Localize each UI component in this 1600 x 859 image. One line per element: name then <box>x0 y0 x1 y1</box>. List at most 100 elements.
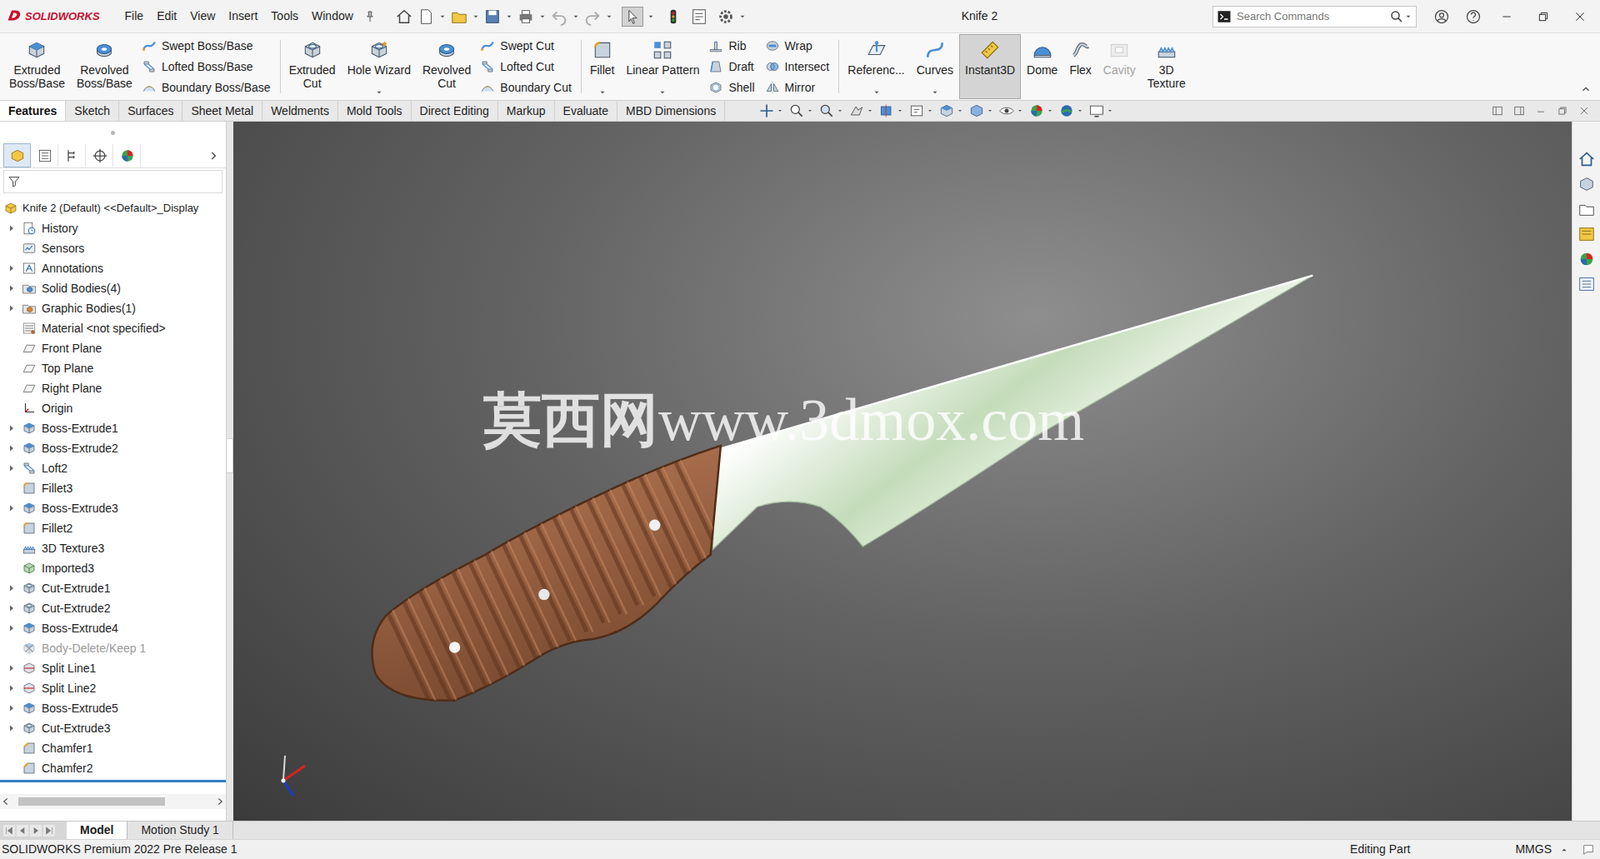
dropdown-caret[interactable] <box>374 88 385 97</box>
tree-item[interactable]: Solid Bodies(4) <box>0 278 226 299</box>
print-icon[interactable] <box>516 7 535 26</box>
expand-arrow[interactable] <box>6 443 17 454</box>
tree-item[interactable]: Top Plane <box>0 358 226 379</box>
menu-item[interactable]: Window <box>305 7 360 25</box>
rebuild-icon[interactable] <box>665 7 682 26</box>
close-icon[interactable] <box>1573 10 1587 24</box>
caret-icon[interactable] <box>471 12 480 21</box>
expand-arrow[interactable] <box>6 223 17 234</box>
filter-icon[interactable] <box>7 175 21 189</box>
custom-properties-icon[interactable] <box>1577 275 1596 294</box>
expand-arrow[interactable] <box>6 283 17 294</box>
command-tab[interactable]: Markup <box>498 100 555 121</box>
menu-item[interactable]: Edit <box>150 7 184 25</box>
ribbon-stack-item[interactable]: Boundary Cut <box>480 77 575 98</box>
expand-arrow[interactable] <box>6 603 17 614</box>
ribbon-button[interactable]: RevolvedBoss/Base <box>70 34 139 100</box>
file-explorer-icon[interactable] <box>1577 200 1596 219</box>
home-icon[interactable] <box>395 7 414 26</box>
hide-show-icon[interactable] <box>998 102 1015 120</box>
tree-item[interactable]: Cut-Extrude1 <box>0 578 226 599</box>
expand-arrow[interactable] <box>6 583 17 594</box>
ribbon-button[interactable]: Linear Pattern <box>620 34 705 100</box>
tree-item[interactable]: Front Plane <box>0 338 226 359</box>
caret-icon[interactable] <box>658 88 667 97</box>
zoom-fit-icon[interactable] <box>788 102 805 120</box>
appearances-icon[interactable] <box>1577 250 1596 269</box>
restore-icon[interactable] <box>1556 105 1569 117</box>
tile-right-icon[interactable] <box>1513 105 1525 117</box>
redo-icon[interactable] <box>583 7 602 26</box>
magnifier-icon[interactable] <box>1389 9 1405 25</box>
caret-icon[interactable] <box>930 88 940 97</box>
expand-arrow[interactable] <box>6 723 17 734</box>
search-box[interactable] <box>1212 5 1417 28</box>
section-view-icon[interactable] <box>878 102 895 120</box>
panel-tab[interactable] <box>58 143 86 168</box>
caret-icon[interactable] <box>375 88 384 97</box>
tree-item[interactable]: Graphic Bodies(1) <box>0 298 226 319</box>
collapse-icon[interactable] <box>1580 83 1592 95</box>
knife-model-icon[interactable] <box>233 121 1572 821</box>
menu-item[interactable]: Tools <box>264 7 305 25</box>
tree-item[interactable]: Origin <box>0 398 226 419</box>
ribbon-button[interactable]: Hole Wizard <box>341 34 417 100</box>
ribbon-stack-item[interactable]: Draft <box>708 56 758 77</box>
ribbon-stack-item[interactable]: Shell <box>708 77 758 98</box>
undo-icon[interactable] <box>550 7 569 26</box>
dropdown-caret[interactable] <box>930 88 940 97</box>
menu-item[interactable]: File <box>118 7 151 25</box>
scroll-right-icon[interactable] <box>214 795 226 808</box>
appearance-icon[interactable] <box>1028 102 1045 120</box>
panel-tab[interactable] <box>30 143 59 168</box>
expand-arrow[interactable] <box>6 263 17 274</box>
view-settings-icon[interactable] <box>1088 102 1105 120</box>
expand-arrow[interactable] <box>6 303 17 314</box>
view-palette-icon[interactable] <box>1577 225 1596 244</box>
caret-icon[interactable] <box>866 107 874 115</box>
select-tool[interactable] <box>621 6 644 27</box>
tree-item[interactable]: Boss-Extrude1 <box>0 418 226 439</box>
tree-item[interactable]: 3D Texture3 <box>0 538 226 559</box>
ribbon-button[interactable]: Curves <box>910 34 960 100</box>
tree-item[interactable]: Boss-Extrude5 <box>0 698 226 719</box>
ribbon-button[interactable]: Fillet <box>584 34 621 100</box>
scroll-left-icon[interactable] <box>0 795 12 808</box>
dynamic-annotation-icon[interactable] <box>908 102 925 120</box>
caret-icon[interactable] <box>1076 107 1084 115</box>
close-icon[interactable] <box>1578 105 1590 117</box>
caret-icon[interactable] <box>896 107 904 115</box>
tree-item[interactable]: Boss-Extrude3 <box>0 498 226 519</box>
command-tab[interactable]: Mold Tools <box>338 100 412 121</box>
command-tab[interactable]: Surfaces <box>119 100 183 121</box>
new-icon[interactable] <box>416 7 435 26</box>
previous-view-icon[interactable] <box>848 102 865 120</box>
status-tooltip-icon[interactable] <box>1581 843 1595 857</box>
tree-item[interactable]: Chamfer1 <box>0 738 226 759</box>
menu-item[interactable]: View <box>183 7 222 25</box>
ribbon-stack-item[interactable]: Lofted Cut <box>480 56 575 77</box>
ribbon-stack-item[interactable]: Swept Cut <box>480 35 575 56</box>
tree-item[interactable]: History <box>0 218 226 239</box>
tree-item[interactable]: Boss-Extrude2 <box>0 438 226 459</box>
expand-arrow[interactable] <box>6 423 17 434</box>
units-caret-icon[interactable] <box>1560 845 1569 855</box>
pointer-icon[interactable] <box>624 7 641 26</box>
panel-tab[interactable] <box>3 143 31 168</box>
tree-item[interactable]: Cut-Extrude2 <box>0 598 226 619</box>
chevron-right-icon[interactable] <box>207 150 220 162</box>
panel-tab[interactable] <box>85 143 114 168</box>
expand-arrow[interactable] <box>6 503 17 514</box>
tree-item[interactable]: Split Line2 <box>0 678 226 699</box>
tile-left-icon[interactable] <box>1491 105 1504 117</box>
expand-arrow[interactable] <box>6 623 17 634</box>
caret-icon[interactable] <box>538 12 547 21</box>
caret-icon[interactable] <box>598 88 607 97</box>
bottom-tab[interactable]: Model <box>66 821 128 840</box>
view-orientation-icon[interactable] <box>938 102 955 120</box>
tree-item[interactable]: Chamfer2 <box>0 758 226 779</box>
ribbon-button[interactable]: ExtrudedBoss/Base <box>3 34 71 100</box>
caret-icon[interactable] <box>986 107 994 115</box>
minimize-icon[interactable] <box>1500 10 1514 24</box>
ribbon-stack-item[interactable]: Swept Boss/Base <box>141 35 275 56</box>
